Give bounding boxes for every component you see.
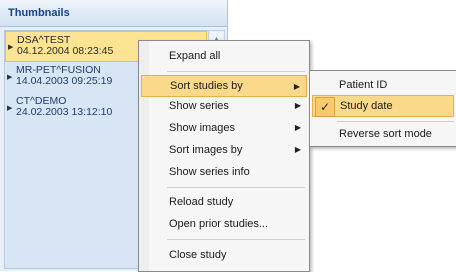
menu-item-show-images[interactable]: Show images ▶ xyxy=(141,117,307,139)
menu-item-show-series[interactable]: Show series ▶ xyxy=(141,95,307,117)
menu-separator xyxy=(167,187,305,188)
study-date: 24.02.2003 13:12:10 xyxy=(16,106,113,118)
menu-item-sort-images-by[interactable]: Sort images by ▶ xyxy=(141,139,307,161)
thumbnails-header: Thumbnails xyxy=(0,0,227,27)
menu-item-label: Open prior studies... xyxy=(169,218,269,230)
submenu-item-label: Reverse sort mode xyxy=(339,128,432,140)
submenu-item-label: Study date xyxy=(340,100,393,112)
menu-item-label: Show series info xyxy=(169,166,250,178)
sort-studies-submenu: Patient ID ✓ Study date Reverse sort mod… xyxy=(309,70,456,147)
submenu-item-label: Patient ID xyxy=(339,79,388,91)
checkmark-icon: ✓ xyxy=(315,97,335,117)
expand-arrow-icon[interactable]: ▶ xyxy=(7,72,12,83)
menu-item-show-series-info[interactable]: Show series info xyxy=(141,161,307,183)
menu-separator xyxy=(167,71,305,72)
expand-arrow-icon[interactable]: ▶ xyxy=(8,42,13,53)
menu-separator xyxy=(167,239,305,240)
menu-item-label: Sort studies by xyxy=(170,80,243,92)
context-menu: Expand all Sort studies by ▶ Show series… xyxy=(138,40,310,272)
submenu-arrow-icon: ▶ xyxy=(294,101,301,110)
menu-item-label: Expand all xyxy=(169,50,221,62)
study-date: 04.12.2004 08:23:45 xyxy=(17,45,114,57)
menu-separator xyxy=(337,121,454,122)
submenu-arrow-icon: ▶ xyxy=(294,123,301,132)
submenu-item-patient-id[interactable]: Patient ID xyxy=(312,74,454,96)
expand-arrow-icon[interactable]: ▶ xyxy=(7,103,12,114)
menu-item-label: Sort images by xyxy=(169,144,243,156)
study-date: 14.04.2003 09:25:19 xyxy=(16,75,113,87)
menu-item-expand-all[interactable]: Expand all xyxy=(141,45,307,67)
menu-item-sort-studies-by[interactable]: Sort studies by ▶ xyxy=(141,75,307,97)
submenu-item-study-date[interactable]: ✓ Study date xyxy=(312,95,454,117)
submenu-arrow-icon: ▶ xyxy=(294,145,301,154)
menu-item-label: Show series xyxy=(169,100,229,112)
submenu-arrow-icon: ▶ xyxy=(293,82,300,91)
menu-item-open-prior-studies[interactable]: Open prior studies... xyxy=(141,213,307,235)
thumbnails-title: Thumbnails xyxy=(8,7,70,19)
menu-item-close-study[interactable]: Close study xyxy=(141,244,307,266)
submenu-item-reverse-sort-mode[interactable]: Reverse sort mode xyxy=(312,123,454,145)
menu-item-reload-study[interactable]: Reload study xyxy=(141,191,307,213)
menu-item-label: Reload study xyxy=(169,196,234,208)
menu-item-label: Show images xyxy=(169,122,236,134)
menu-item-label: Close study xyxy=(169,249,227,261)
